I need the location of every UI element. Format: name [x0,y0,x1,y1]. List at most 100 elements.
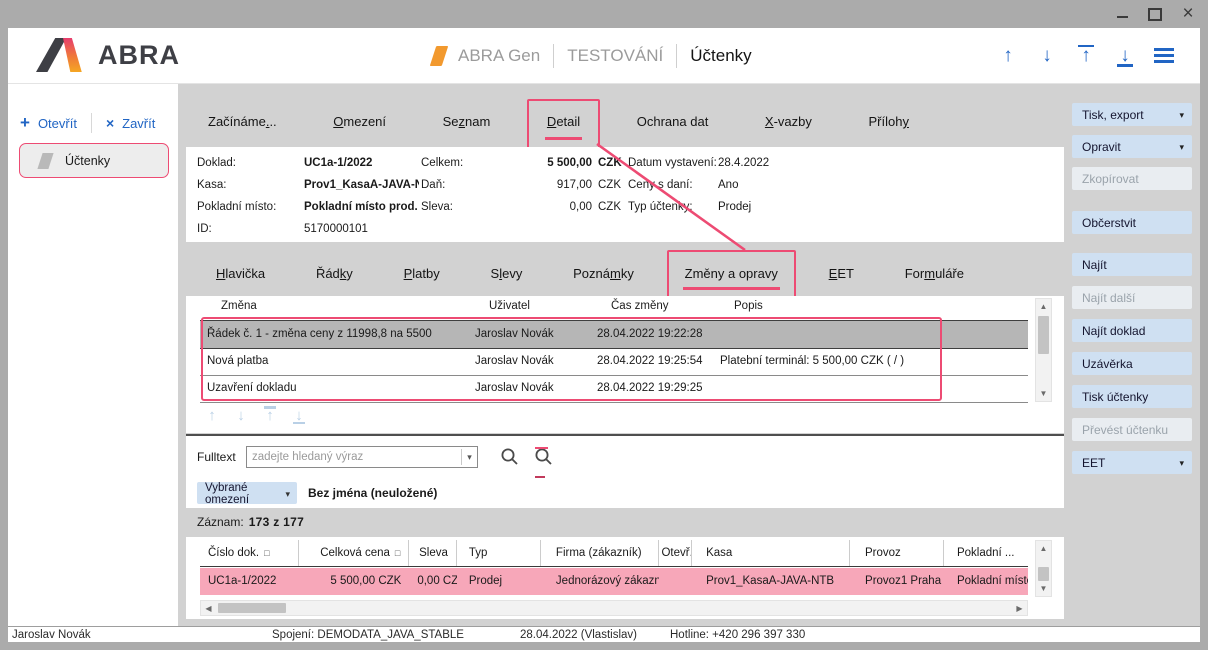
edit-button[interactable]: Opravit▾ [1072,135,1192,158]
find-button[interactable]: Najít [1072,253,1192,276]
cell-time: 28.04.2022 19:29:25 [597,375,717,402]
scroll-right-icon[interactable]: ▶ [1012,601,1027,616]
status-user: Jaroslav Novák [12,627,91,642]
minimize-icon[interactable] [1114,6,1130,22]
filter-button-label: Vybrané omezení [205,482,249,506]
find-next-button[interactable]: Najít další [1072,286,1192,309]
convert-receipt-button[interactable]: Převést účtenku [1072,418,1192,441]
search-icon[interactable] [500,447,519,471]
tab-zaciname[interactable]: Začínáme... [208,111,277,133]
tab-detail[interactable]: Detail [547,111,580,133]
changes-scrollbar[interactable]: ▲ ▼ [1035,298,1052,402]
abra-slash-icon [430,46,448,66]
tab-radky[interactable]: Řádky [316,263,353,283]
move-up-icon[interactable]: ↑ [204,406,220,424]
closing-button[interactable]: Uzávěrka [1072,352,1192,375]
tab-label: y [902,114,909,129]
menu-icon[interactable] [1154,48,1174,63]
search-highlight-icon[interactable] [534,447,553,471]
tab-slevy[interactable]: Slevy [491,263,523,283]
receipts-hscrollbar[interactable]: ◀ ▶ [200,600,1028,616]
column-header[interactable]: Čas změny [611,300,731,312]
scroll-up-icon[interactable]: ▲ [1036,299,1051,314]
table-row[interactable]: Nová platba Jaroslav Novák 28.04.2022 19… [200,348,1028,376]
receipts-vscrollbar[interactable]: ▲ ▼ [1035,540,1052,597]
scroll-thumb[interactable] [1038,567,1049,581]
selected-filter-button[interactable]: Vybrané omezení ▾ [197,482,297,504]
scroll-thumb[interactable] [218,603,286,613]
previous-record-icon[interactable]: ↑ [998,45,1018,67]
sort-icon[interactable]: □ [395,548,400,558]
button-label: Tisk, export [1082,108,1144,122]
tab-formulare[interactable]: Formuláře [905,263,964,283]
tab-seznam[interactable]: Seznam [443,111,491,133]
column-header[interactable]: Firma (zákazník) [541,540,660,566]
tab-zmeny-a-opravy[interactable]: Změny a opravy [685,263,778,283]
tab-poznamky[interactable]: Poznámky [573,263,634,283]
tab-x-vazby[interactable]: X-vazby [765,111,812,133]
column-header[interactable]: Celková cena□ [299,540,410,566]
scroll-thumb[interactable] [1038,316,1049,354]
print-export-button[interactable]: Tisk, export▾ [1072,103,1192,126]
column-header[interactable]: Popis [734,300,1034,312]
refresh-button[interactable]: Občerstvit [1072,211,1192,234]
find-document-button[interactable]: Najít doklad [1072,319,1192,342]
table-row[interactable]: UC1a-1/2022 5 500,00 CZK 0,00 CZK Prodej… [200,568,1028,595]
column-header[interactable]: Sleva [409,540,457,566]
environment-name: TESTOVÁNÍ [567,46,663,66]
column-header[interactable]: Pokladní ... [944,540,1028,566]
breadcrumb: ABRA Gen TESTOVÁNÍ Účtenky [433,28,752,83]
scroll-left-icon[interactable]: ◀ [201,601,216,616]
column-header[interactable]: Kasa [692,540,850,566]
move-down-icon[interactable]: ↓ [233,406,249,424]
tab-hlavicka[interactable]: Hlavička [216,263,265,283]
tab-label: m [610,266,621,281]
main-tab-bar: Začínáme... Omezení Seznam Detail Ochran… [186,111,1064,133]
move-first-icon[interactable]: ↑ [262,406,278,424]
chevron-down-icon[interactable]: ▾ [461,449,477,465]
first-record-icon[interactable]: ↑ [1076,45,1096,67]
close-icon[interactable]: × [1180,6,1196,22]
detail-panel: Doklad: UC1a-1/2022 Celkem: 5 500,00 CZK… [186,147,1064,242]
next-record-icon[interactable]: ↓ [1037,45,1057,67]
tab-omezeni[interactable]: Omezení [333,111,386,133]
tab-label: E [829,266,838,281]
column-header[interactable]: Uživatel [489,300,607,312]
move-last-icon[interactable]: ↓ [291,406,307,424]
tab-label: Pozná [573,266,610,281]
close-button[interactable]: Zavřít [122,116,155,131]
tab-platby[interactable]: Platby [404,263,440,283]
print-receipt-button[interactable]: Tisk účtenky [1072,385,1192,408]
table-row[interactable]: Řádek č. 1 - změna ceny z 11998,8 na 550… [200,320,1028,349]
cell-change: Nová platba [207,348,469,375]
tab-ochrana-dat[interactable]: Ochrana dat [637,111,709,133]
eet-button[interactable]: EET▾ [1072,451,1192,474]
tab-prilohy[interactable]: Přílohy [868,111,908,133]
open-button[interactable]: Otevřít [38,116,77,131]
column-header[interactable]: Provoz [850,540,944,566]
tab-eet[interactable]: EET [829,263,854,283]
column-header[interactable]: Změna [221,300,483,312]
search-input[interactable] [246,446,478,468]
titlebar: × [0,0,1208,28]
column-header[interactable]: Otevř. [659,540,692,566]
maximize-icon[interactable] [1147,6,1163,22]
abra-logo-icon [36,38,88,72]
scroll-down-icon[interactable]: ▼ [1036,386,1051,401]
currency-label: CZK [598,174,621,196]
toolbar-divider [91,113,92,133]
column-header[interactable]: Číslo dok.□ [200,540,299,566]
sort-icon[interactable]: □ [264,548,269,558]
scroll-down-icon[interactable]: ▼ [1036,581,1051,596]
field-label: Ceny s daní: [628,174,716,196]
tab-label: S [491,266,500,281]
field-label: Sleva: [421,196,475,218]
sidebar-item-uctenky[interactable]: Účtenky [19,143,169,178]
last-record-icon[interactable]: ↓ [1115,45,1135,67]
tab-label: Ochrana dat [637,114,709,129]
column-header[interactable]: Typ [457,540,541,566]
copy-button[interactable]: Zkopírovat [1072,167,1192,190]
table-row[interactable]: Uzavření dokladu Jaroslav Novák 28.04.20… [200,375,1028,403]
cell: UC1a-1/2022 [200,568,299,595]
scroll-up-icon[interactable]: ▲ [1036,541,1051,556]
